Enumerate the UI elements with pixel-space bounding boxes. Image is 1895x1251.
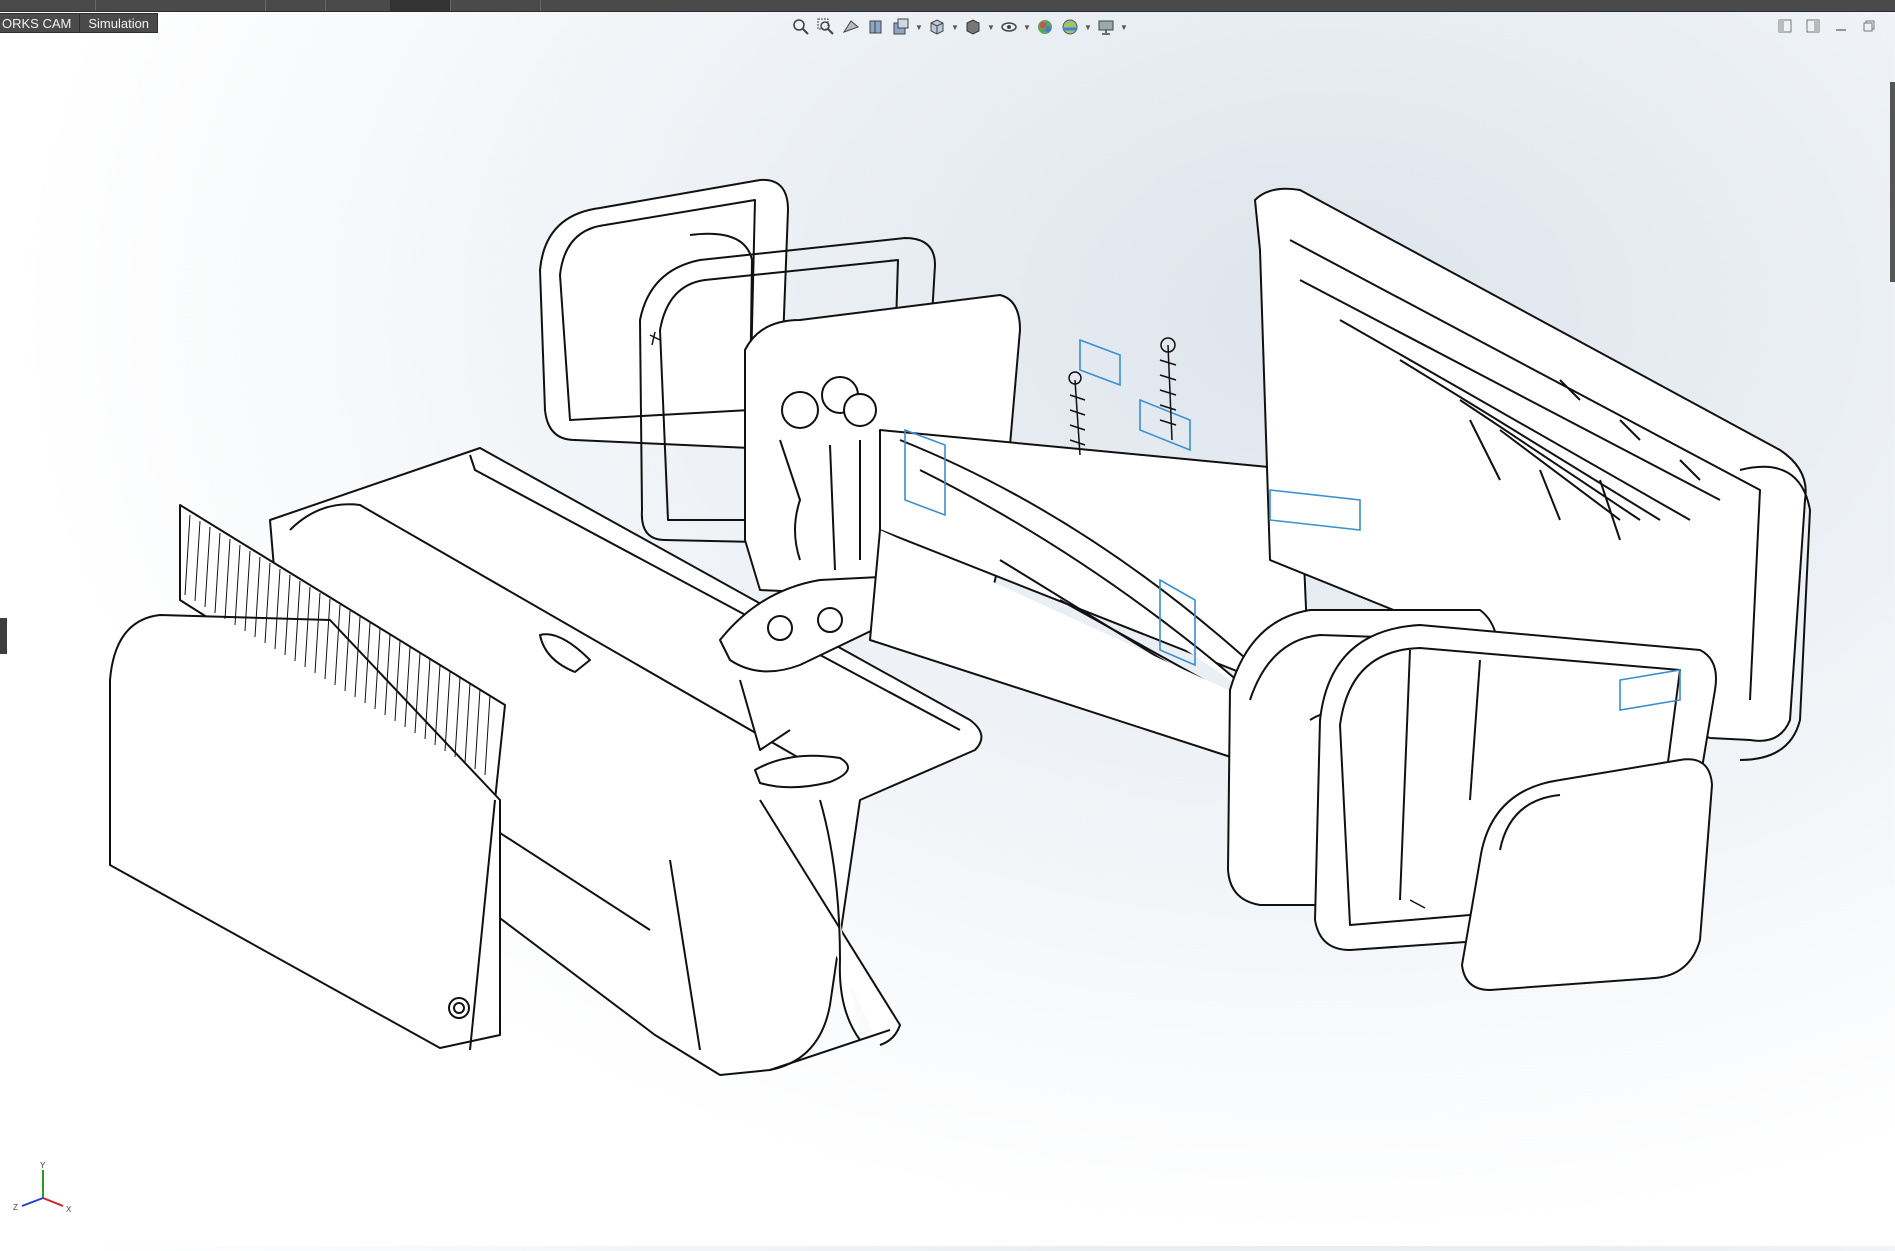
exploded-assembly-drawing [109,178,1811,1076]
chevron-down-icon[interactable]: ▼ [1023,23,1031,32]
display-style-icon[interactable] [962,16,984,38]
tile-right-icon[interactable] [1803,16,1823,36]
triad-z-label: Z [13,1203,18,1212]
restore-icon[interactable] [1859,16,1879,36]
command-manager-tabs: ORKS CAM Simulation [0,13,159,35]
triad-y-label: Y [40,1161,46,1170]
apply-scene-icon[interactable] [1059,16,1081,38]
heads-up-view-toolbar: ▼ ▼ ▼ ▼ ▼ ▼ [790,14,1128,40]
view-settings-icon[interactable] [1095,16,1117,38]
edit-appearance-icon[interactable] [1034,16,1056,38]
dynamic-annotation-views-icon[interactable] [890,16,912,38]
title-segment [325,0,391,11]
title-segment-active [390,0,451,11]
viewport-window-controls [1775,16,1879,36]
zoom-to-fit-icon[interactable] [790,16,812,38]
tab-cam[interactable]: ORKS CAM [0,13,81,33]
chevron-down-icon[interactable]: ▼ [951,23,959,32]
title-segment [265,0,326,11]
view-orientation-icon[interactable] [926,16,948,38]
triad-x-label: X [66,1205,72,1214]
title-bar [0,0,1895,12]
chevron-down-icon[interactable]: ▼ [1120,23,1128,32]
hide-show-items-icon[interactable] [998,16,1020,38]
chevron-down-icon[interactable]: ▼ [915,23,923,32]
title-segment [450,0,541,11]
chevron-down-icon[interactable]: ▼ [987,23,995,32]
title-segment [95,0,266,11]
section-view-icon[interactable] [865,16,887,38]
tab-simulation[interactable]: Simulation [80,13,159,33]
panel-expand-handle[interactable] [0,618,7,654]
tile-left-icon[interactable] [1775,16,1795,36]
title-segment [0,0,96,11]
minimize-icon[interactable] [1831,16,1851,36]
reference-triad: Y Z X [8,1158,78,1218]
zoom-to-area-icon[interactable] [815,16,837,38]
previous-view-icon[interactable] [840,16,862,38]
graphics-area[interactable] [0,0,1895,1246]
chevron-down-icon[interactable]: ▼ [1084,23,1092,32]
task-pane-handle[interactable] [1890,82,1895,282]
